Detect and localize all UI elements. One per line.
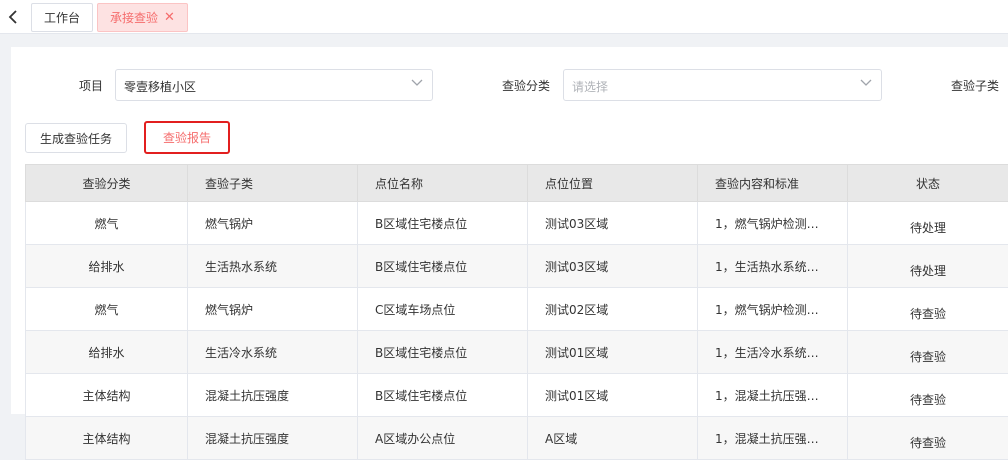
back-button[interactable] [4,6,22,28]
table-cell: 测试01区域 [528,331,698,374]
tab-bar: 工作台 承接查验 ✕ [0,0,1008,34]
inspection-report-button[interactable]: 查验报告 [144,121,230,154]
table-cell: 混凝土抗压强度 [188,417,358,460]
project-select[interactable]: 零壹移植小区 [115,69,433,101]
tab-label: 承接查验 [110,9,158,26]
content-panel: 项目 零壹移植小区 查验分类 请选择 查验子类 生成查验任务 查验报告 查验分类… [11,47,1008,414]
table-row[interactable]: 给排水 生活冷水系统 B区域住宅楼点位 测试01区域 1，生活冷水系统… 待查验 [26,331,1008,374]
table-row[interactable]: 燃气 燃气锅炉 B区域住宅楼点位 测试03区域 1，燃气锅炉检测… 待处理 [26,202,1008,245]
table-cell: 测试02区域 [528,288,698,331]
status-cell: 待查验 [848,331,1008,374]
table-cell: A区域办公点位 [358,417,528,460]
table-cell: 1，混凝土抗压强… [698,374,848,417]
tab-label: 工作台 [44,9,80,26]
table-cell: B区域住宅楼点位 [358,245,528,288]
table-cell: 测试03区域 [528,202,698,245]
status-cell: 待处理 [848,245,1008,288]
table-cell: 给排水 [26,245,188,288]
column-header[interactable]: 查验内容和标准 [698,165,848,202]
table-cell: B区域住宅楼点位 [358,331,528,374]
table-cell: 1，混凝土抗压强… [698,417,848,460]
table-cell: B区域住宅楼点位 [358,202,528,245]
table-cell: C区域车场点位 [358,288,528,331]
status-cell: 待查验 [848,288,1008,331]
column-header[interactable]: 状态 [848,165,1008,202]
table-row[interactable]: 给排水 生活热水系统 B区域住宅楼点位 测试03区域 1，生活热水系统… 待处理 [26,245,1008,288]
column-header[interactable]: 查验子类 [188,165,358,202]
column-header[interactable]: 点位位置 [528,165,698,202]
table-cell: 给排水 [26,331,188,374]
table-cell: 1，燃气锅炉检测… [698,202,848,245]
table-row[interactable]: 主体结构 混凝土抗压强度 A区域办公点位 A区域 1，混凝土抗压强… 待查验 [26,417,1008,460]
inspection-table: 查验分类 查验子类 点位名称 点位位置 查验内容和标准 状态 燃气 燃气锅炉 B… [25,164,1008,460]
status-cell: 待处理 [848,202,1008,245]
table-cell: 燃气锅炉 [188,202,358,245]
table-cell: 燃气锅炉 [188,288,358,331]
table-cell: 混凝土抗压强度 [188,374,358,417]
table-cell: 1，生活冷水系统… [698,331,848,374]
table-cell: 主体结构 [26,417,188,460]
category-placeholder: 请选择 [572,78,608,95]
project-label: 项目 [79,77,103,94]
chevron-down-icon [860,79,872,87]
inspection-report-label: 查验报告 [163,129,211,146]
table-row[interactable]: 燃气 燃气锅炉 C区域车场点位 测试02区域 1，燃气锅炉检测… 待查验 [26,288,1008,331]
tab-workbench[interactable]: 工作台 [31,3,93,32]
close-icon[interactable]: ✕ [164,11,175,24]
status-cell: 待查验 [848,417,1008,460]
generate-task-button[interactable]: 生成查验任务 [25,123,127,153]
table-cell: B区域住宅楼点位 [358,374,528,417]
table-cell: 燃气 [26,202,188,245]
tab-handover-inspection[interactable]: 承接查验 ✕ [97,3,188,32]
table-cell: 燃气 [26,288,188,331]
generate-task-label: 生成查验任务 [40,130,112,147]
status-cell: 待查验 [848,374,1008,417]
table-cell: 生活热水系统 [188,245,358,288]
table-cell: 主体结构 [26,374,188,417]
subcategory-label: 查验子类 [951,77,999,94]
chevron-left-icon [8,10,18,24]
table-row[interactable]: 主体结构 混凝土抗压强度 B区域住宅楼点位 测试01区域 1，混凝土抗压强… 待… [26,374,1008,417]
chevron-down-icon [411,79,423,87]
column-header[interactable]: 查验分类 [26,165,188,202]
table-cell: A区域 [528,417,698,460]
category-label: 查验分类 [502,77,550,94]
column-header[interactable]: 点位名称 [358,165,528,202]
table-cell: 1，燃气锅炉检测… [698,288,848,331]
table-header-row: 查验分类 查验子类 点位名称 点位位置 查验内容和标准 状态 [26,165,1008,202]
project-value: 零壹移植小区 [124,78,196,95]
category-select[interactable]: 请选择 [563,69,882,101]
table-cell: 测试03区域 [528,245,698,288]
table-cell: 1，生活热水系统… [698,245,848,288]
table-cell: 测试01区域 [528,374,698,417]
table-cell: 生活冷水系统 [188,331,358,374]
